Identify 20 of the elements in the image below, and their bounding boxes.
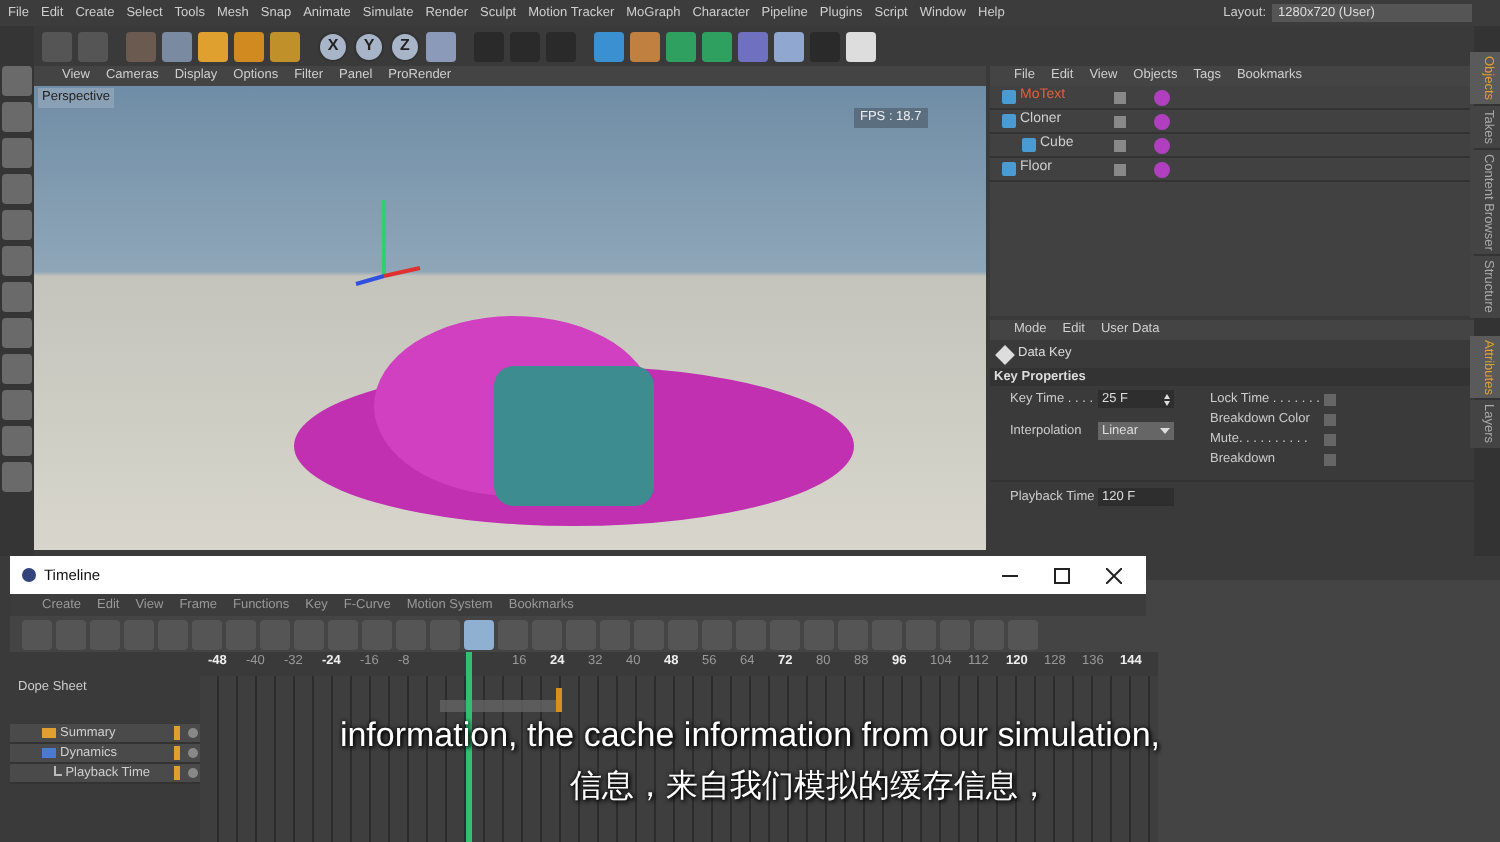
key-icon <box>174 726 180 740</box>
tree-line-icon <box>54 765 62 775</box>
key-icon <box>995 344 1015 364</box>
checkbox[interactable] <box>1324 413 1336 425</box>
app-icon <box>22 568 36 582</box>
checkbox[interactable] <box>1324 453 1336 465</box>
caret-icon <box>1160 428 1170 435</box>
checkbox[interactable] <box>1324 433 1336 445</box>
maximize-icon[interactable] <box>1054 567 1070 583</box>
key-icon <box>174 766 180 780</box>
preview-range <box>440 700 556 712</box>
axis-button[interactable]: X <box>318 31 348 61</box>
checkbox[interactable] <box>1324 393 1336 405</box>
key-icon <box>174 746 180 760</box>
spinner-arrows-icon <box>1164 393 1170 406</box>
axis-button[interactable]: Y <box>354 31 384 61</box>
subtitle-text: 信息，来自我们模拟的缓存信息， <box>570 763 1050 807</box>
axis-button[interactable]: Z <box>390 31 420 61</box>
close-icon[interactable] <box>1106 567 1122 583</box>
keyframe[interactable] <box>556 688 562 712</box>
